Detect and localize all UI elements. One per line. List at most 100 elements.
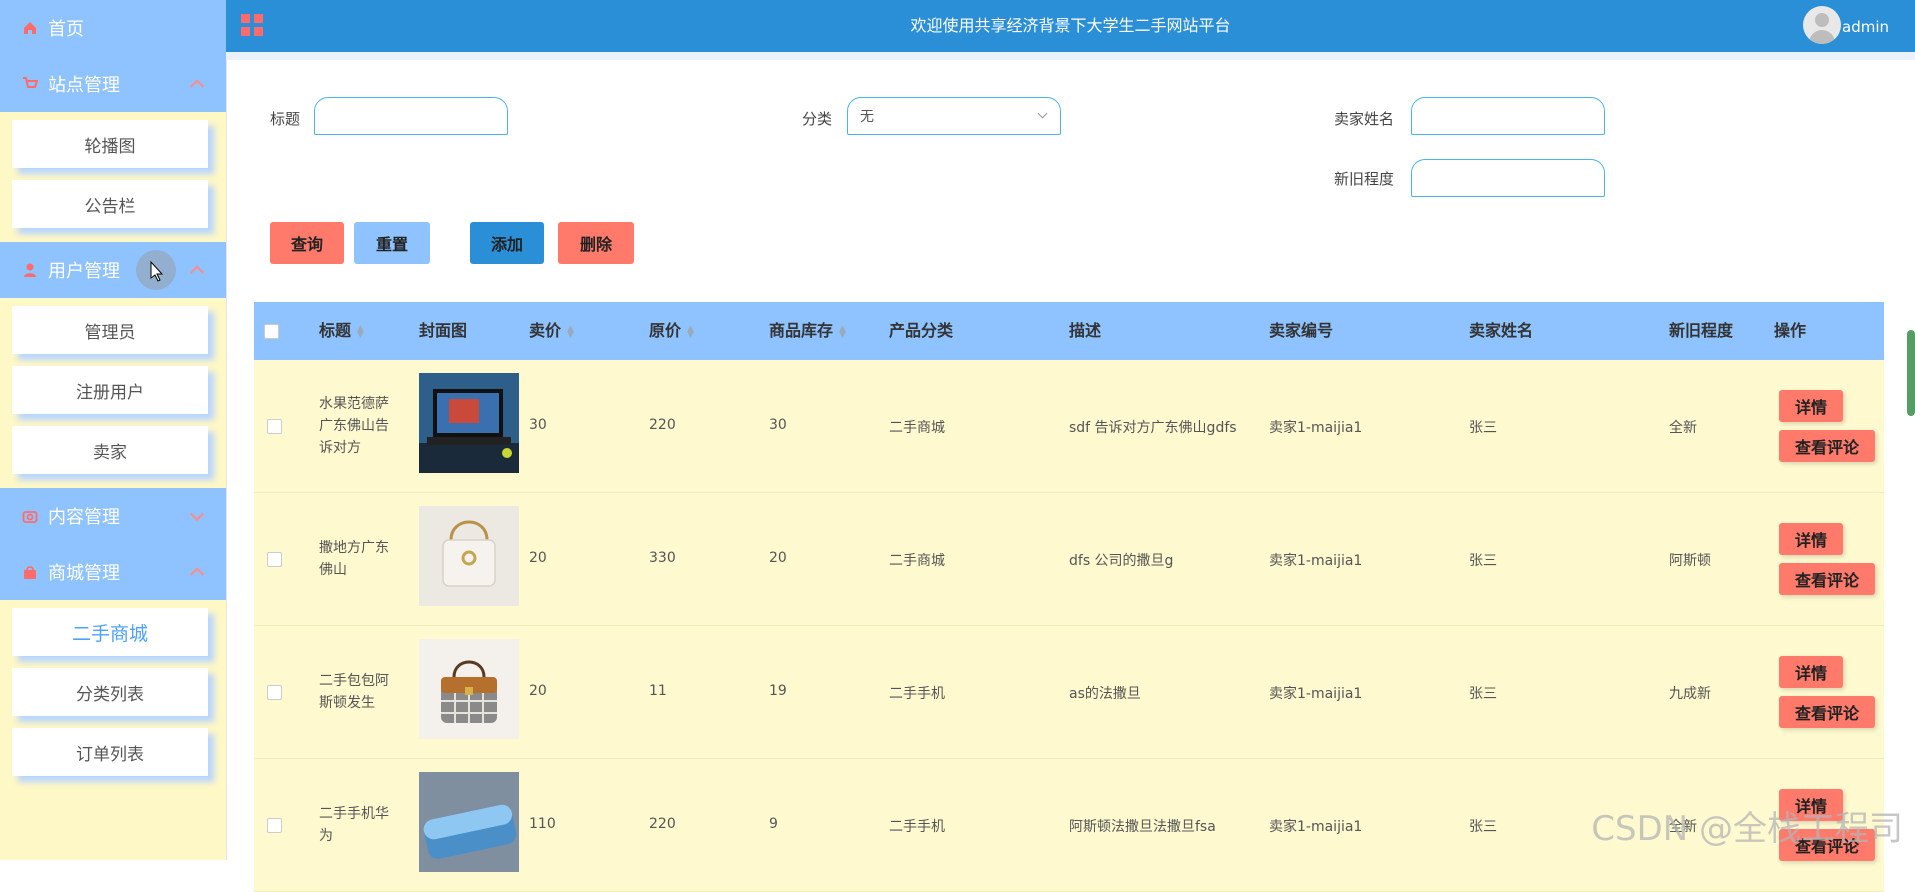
col-price[interactable]: 卖价 ▲ ▼	[529, 302, 574, 360]
cell-original-price: 220	[649, 816, 676, 832]
chevron-up-icon	[189, 567, 205, 582]
sidebar-item-admins[interactable]: 管理员	[12, 306, 208, 354]
home-icon	[22, 20, 38, 36]
sidebar-group-label: 内容管理	[48, 507, 120, 528]
title-label: 标题	[270, 110, 301, 128]
cell-category: 二手商城	[889, 553, 945, 569]
cell-original-price: 11	[649, 683, 667, 699]
sidebar-item-secondhand-mall[interactable]: 二手商城	[12, 608, 208, 656]
col-stock[interactable]: 商品库存 ▲ ▼	[769, 302, 846, 360]
cell-seller-no: 卖家1-maijia1	[1269, 819, 1363, 835]
sidebar-group-label: 用户管理	[48, 261, 120, 282]
query-button[interactable]: 查询	[270, 222, 344, 264]
chevron-down-icon	[1037, 108, 1048, 119]
sort-icon: ▲ ▼	[687, 323, 694, 340]
row-checkbox[interactable]	[267, 419, 282, 434]
cell-price: 20	[529, 683, 547, 699]
row-checkbox[interactable]	[267, 685, 282, 700]
cell-condition: 阿斯顿	[1669, 553, 1711, 569]
cell-seller-no: 卖家1-maijia1	[1269, 553, 1363, 569]
category-select-value: 无	[860, 109, 874, 125]
col-seller-name: 卖家姓名	[1469, 321, 1534, 340]
row-checkbox[interactable]	[267, 552, 282, 567]
search-form: 标题 分类 无 卖家姓名 新旧程度 查询 重置 添加 删除	[226, 60, 1915, 300]
sidebar-item-label: 首页	[48, 19, 84, 40]
cell-stock: 30	[769, 417, 787, 433]
table-header: 标题 ▲ ▼ 封面图 卖价 ▲ ▼ 原价 ▲ ▼ 商品库存 ▲ ▼ 产品分类 描述 卖家编号 卖…	[254, 302, 1884, 360]
add-button[interactable]: 添加	[470, 222, 544, 264]
detail-button[interactable]: 详情	[1779, 523, 1843, 555]
sidebar-item-sellers[interactable]: 卖家	[12, 426, 208, 474]
cell-original-price: 330	[649, 550, 676, 566]
cell-stock: 9	[769, 816, 778, 832]
cell-title: 水果范德萨广东佛山告诉对方	[319, 396, 389, 456]
detail-button[interactable]: 详情	[1779, 390, 1843, 422]
select-all-checkbox[interactable]	[264, 324, 279, 339]
view-reviews-button[interactable]: 查看评论	[1779, 696, 1875, 728]
category-select[interactable]: 无	[847, 97, 1061, 135]
sort-icon: ▲ ▼	[357, 323, 364, 340]
sidebar-group-shop[interactable]: 商城管理	[0, 544, 226, 600]
user-name[interactable]: admin	[1842, 0, 1889, 54]
mouse-cursor	[136, 250, 176, 290]
condition-input[interactable]	[1411, 159, 1605, 197]
bag-icon	[22, 564, 38, 580]
sidebar-group-site[interactable]: 站点管理	[0, 56, 226, 112]
sidebar-group-label: 站点管理	[48, 75, 120, 96]
sidebar-item-home[interactable]: 首页	[0, 0, 226, 56]
cover-image-phone	[419, 772, 519, 872]
title-input[interactable]	[314, 97, 508, 135]
sidebar: 首页 站点管理 轮播图 公告栏 用户管理 管理员 注册用户 卖家 内容管理 商城…	[0, 0, 227, 860]
cell-title: 二手手机华为	[319, 806, 389, 844]
cell-seller-name: 张三	[1469, 420, 1497, 436]
cell-category: 二手手机	[889, 819, 945, 835]
col-seller-no: 卖家编号	[1269, 321, 1334, 340]
sidebar-item-carousel[interactable]: 轮播图	[12, 120, 208, 168]
cell-price: 110	[529, 816, 556, 832]
condition-label: 新旧程度	[1334, 170, 1395, 188]
cell-title: 撒地方广东佛山	[319, 540, 389, 578]
col-condition: 新旧程度	[1669, 321, 1734, 340]
cell-stock: 20	[769, 550, 787, 566]
sort-icon: ▲ ▼	[839, 323, 846, 340]
cell-stock: 19	[769, 683, 787, 699]
view-reviews-button[interactable]: 查看评论	[1779, 563, 1875, 595]
sidebar-group-label: 商城管理	[48, 563, 120, 584]
cart-icon	[22, 76, 39, 92]
sort-icon: ▲ ▼	[567, 323, 574, 340]
watermark: CSDN @全栈工程司	[1591, 809, 1903, 849]
scrollbar-thumb[interactable]	[1907, 330, 1915, 416]
sidebar-item-category-list[interactable]: 分类列表	[12, 668, 208, 716]
view-reviews-button[interactable]: 查看评论	[1779, 430, 1875, 462]
category-label: 分类	[802, 110, 833, 128]
col-category: 产品分类	[889, 321, 954, 340]
avatar[interactable]	[1803, 6, 1841, 44]
cell-seller-name: 张三	[1469, 819, 1497, 835]
col-actions: 操作	[1774, 321, 1807, 340]
seller-name-input[interactable]	[1411, 97, 1605, 135]
cell-condition: 全新	[1669, 420, 1697, 436]
detail-button[interactable]: 详情	[1779, 656, 1843, 688]
sidebar-group-content[interactable]: 内容管理	[0, 488, 226, 544]
row-checkbox[interactable]	[267, 818, 282, 833]
reset-button[interactable]: 重置	[354, 222, 430, 264]
sidebar-item-order-list[interactable]: 订单列表	[12, 728, 208, 776]
col-title[interactable]: 标题 ▲ ▼	[319, 302, 364, 360]
delete-button[interactable]: 删除	[558, 222, 634, 264]
user-icon	[22, 262, 38, 278]
sidebar-item-registered-users[interactable]: 注册用户	[12, 366, 208, 414]
cell-description: as的法撒旦	[1069, 686, 1141, 702]
chevron-up-icon	[189, 79, 205, 94]
chevron-down-icon	[189, 506, 205, 522]
cell-price: 30	[529, 417, 547, 433]
cell-seller-no: 卖家1-maijia1	[1269, 420, 1363, 436]
table-row: 撒地方广东佛山 20 330 20 二手商城 dfs 公司的撒旦g 卖家1-ma…	[254, 493, 1884, 626]
sidebar-item-notice[interactable]: 公告栏	[12, 180, 208, 228]
cell-original-price: 220	[649, 417, 676, 433]
cell-seller-name: 张三	[1469, 686, 1497, 702]
col-original-price[interactable]: 原价 ▲ ▼	[649, 302, 694, 360]
cover-image-laptop	[419, 373, 519, 473]
cell-category: 二手手机	[889, 686, 945, 702]
chevron-up-icon	[189, 265, 205, 280]
sidebar-group-users[interactable]: 用户管理	[0, 242, 226, 298]
